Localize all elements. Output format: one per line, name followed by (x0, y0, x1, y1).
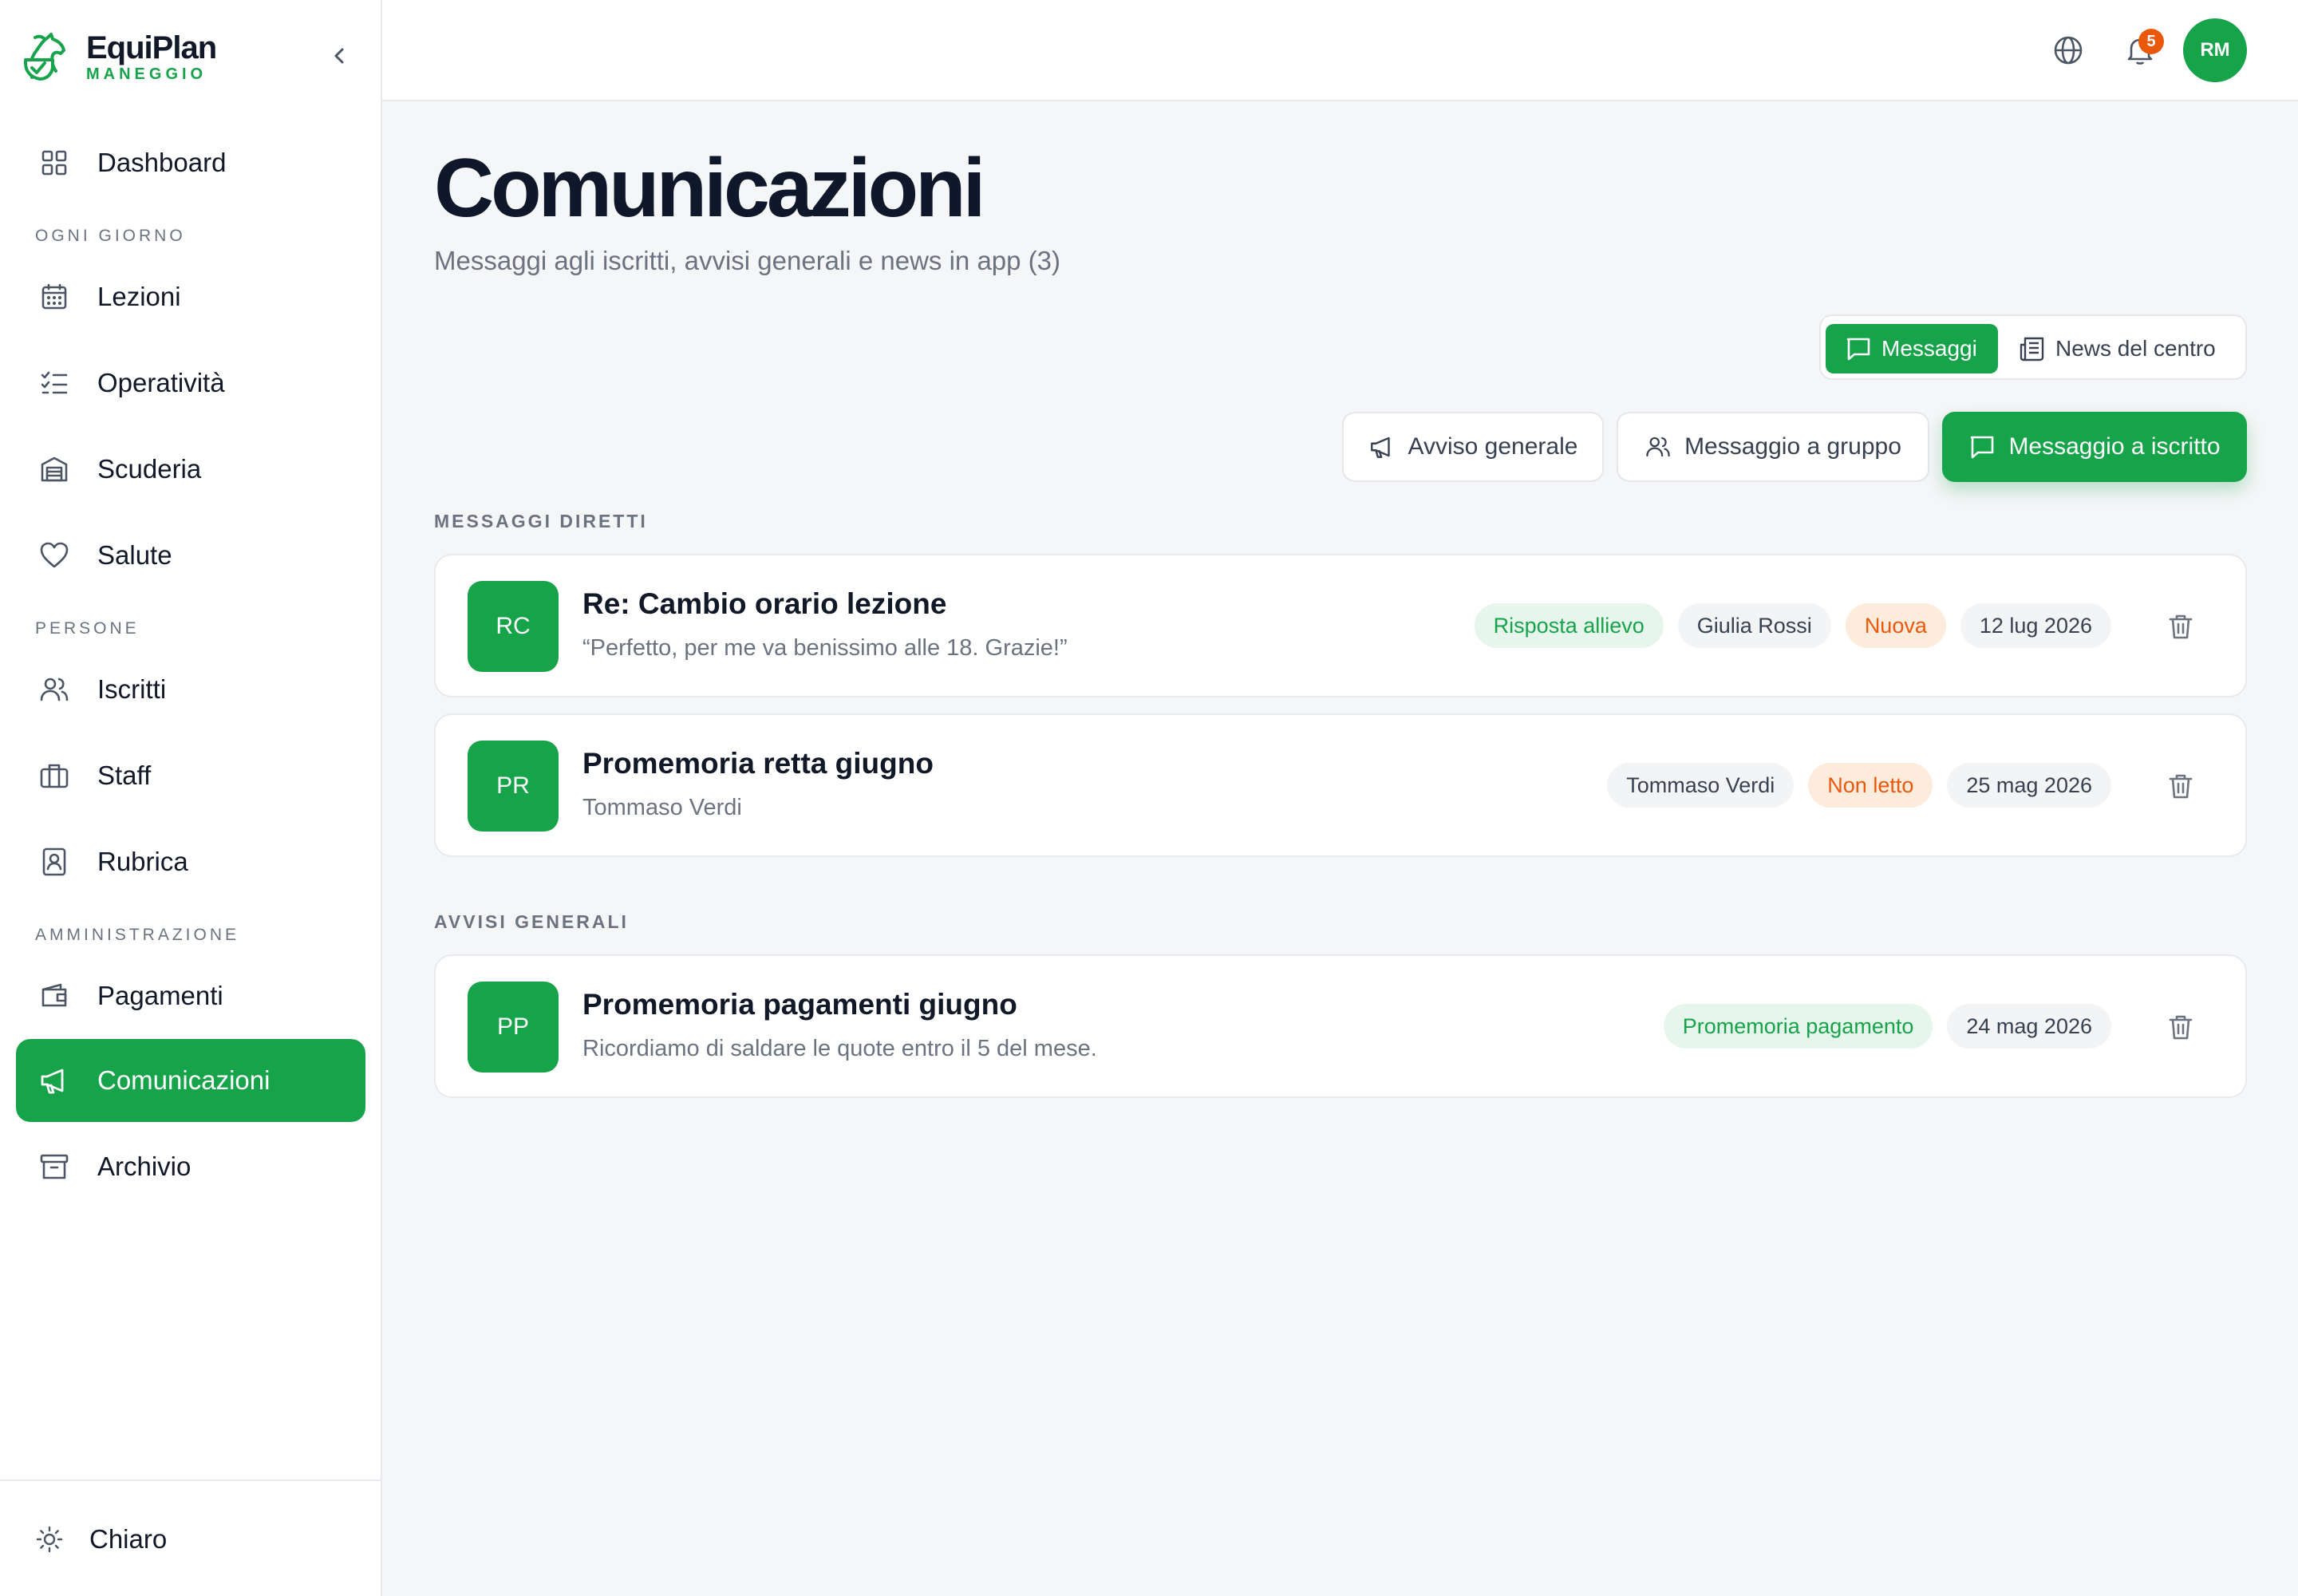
sidebar-item-scuderia[interactable]: Scuderia (16, 428, 365, 511)
sidebar: EquiPlan MANEGGIO Dashboard OGNI GIORNO … (0, 0, 382, 1596)
tab-news[interactable]: News del centro (2009, 324, 2241, 373)
nav-section-daily: OGNI GIORNO (35, 227, 186, 245)
grid-icon (41, 150, 67, 176)
date-badge: 25 mag 2026 (1947, 763, 2111, 808)
calendar-icon (41, 283, 67, 310)
message-preview: Tommaso Verdi (582, 795, 742, 820)
message-card[interactable]: PR Promemoria retta giugno Tommaso Verdi… (434, 713, 2247, 857)
chat-icon (1846, 338, 1870, 361)
horse-logo-icon (24, 33, 65, 81)
tab-label: News del centro (2055, 336, 2216, 361)
date-badge: 12 lug 2026 (1960, 603, 2111, 648)
stable-icon (41, 456, 68, 482)
sidebar-item-rubrica[interactable]: Rubrica (16, 820, 365, 903)
notice-title: Promemoria pagamenti giugno (582, 988, 1017, 1021)
theme-toggle[interactable]: Chiaro (35, 1524, 167, 1555)
sidebar-item-label: Operatività (97, 368, 225, 397)
sidebar-item-label: Pagamenti (97, 981, 223, 1010)
sidebar-item-archivio[interactable]: Archivio (16, 1125, 365, 1208)
sidebar-item-dashboard[interactable]: Dashboard (16, 121, 365, 204)
sidebar-item-label: Scuderia (97, 454, 202, 484)
megaphone-icon (1370, 437, 1390, 458)
notification-badge: 5 (2138, 29, 2164, 54)
group-message-button[interactable]: Messaggio a gruppo (1617, 412, 1929, 482)
message-title: Promemoria retta giugno (582, 747, 934, 780)
avatar[interactable]: RM (2183, 18, 2247, 82)
message-card[interactable]: RC Re: Cambio orario lezione “Perfetto, … (434, 554, 2247, 697)
avatar: RC (468, 581, 559, 672)
brand-subtitle: MANEGGIO (86, 65, 207, 83)
newspaper-icon (2020, 337, 2044, 361)
brand-name: EquiPlan (86, 30, 217, 65)
users-icon (40, 678, 69, 701)
topbar (382, 0, 2298, 101)
message-title: Re: Cambio orario lezione (582, 587, 947, 620)
button-label: Messaggio a gruppo (1684, 433, 1901, 460)
date-badge: 24 mag 2026 (1947, 1004, 2111, 1049)
notice-card[interactable]: PP Promemoria pagamenti giugno Ricordiam… (434, 954, 2247, 1098)
users-icon (1646, 437, 1670, 457)
briefcase-icon (40, 764, 69, 788)
sidebar-item-staff[interactable]: Staff (16, 734, 365, 817)
nav-section-people: PERSONE (35, 619, 140, 638)
tab-label: Messaggi (1881, 336, 1977, 361)
sun-icon (36, 1526, 63, 1553)
nav-section-admin: AMMINISTRAZIONE (35, 926, 240, 944)
recipient-badge: Giulia Rossi (1677, 603, 1831, 648)
status-badge: Risposta allievo (1474, 603, 1664, 648)
avatar: PR (468, 741, 559, 832)
globe-icon[interactable] (2051, 33, 2086, 68)
page-title: Comunicazioni (434, 142, 986, 235)
recipient-badge: Tommaso Verdi (1607, 763, 1795, 808)
sidebar-item-label: Dashboard (97, 148, 227, 177)
message-preview: “Perfetto, per me va benissimo alle 18. … (582, 635, 1068, 661)
sidebar-item-label: Salute (97, 540, 172, 570)
sidebar-item-iscritti[interactable]: Iscritti (16, 648, 365, 731)
checklist-icon (41, 371, 68, 394)
sidebar-item-label: Iscritti (97, 674, 167, 704)
sidebar-item-lezioni[interactable]: Lezioni (16, 255, 365, 338)
trash-icon[interactable] (2166, 611, 2196, 642)
sidebar-item-comunicazioni[interactable]: Comunicazioni (16, 1039, 365, 1122)
general-notice-button[interactable]: Avviso generale (1342, 412, 1604, 482)
trash-icon[interactable] (2166, 1012, 2196, 1042)
member-message-button[interactable]: Messaggio a iscritto (1942, 412, 2247, 482)
theme-toggle-label: Chiaro (89, 1524, 168, 1554)
contact-book-icon (42, 847, 66, 876)
megaphone-icon (41, 1069, 64, 1094)
view-switch: Messaggi News del centro (1819, 314, 2247, 380)
tags: Risposta allievo Giulia Rossi Nuova 12 l… (1474, 603, 2111, 648)
chevron-left-icon[interactable] (327, 43, 353, 69)
section-direct-messages: MESSAGGI DIRETTI (434, 511, 648, 531)
tags: Promemoria pagamento 24 mag 2026 (1663, 1004, 2111, 1049)
page-subtitle: Messaggi agli iscritti, avvisi generali … (434, 246, 1061, 275)
notice-preview: Ricordiamo di saldare le quote entro il … (582, 1036, 1097, 1061)
sidebar-item-operativita[interactable]: Operatività (16, 342, 365, 425)
sidebar-item-pagamenti[interactable]: Pagamenti (16, 954, 365, 1037)
tab-messaggi[interactable]: Messaggi (1826, 324, 1998, 373)
archive-icon (40, 1154, 69, 1179)
sidebar-item-salute[interactable]: Salute (16, 514, 365, 597)
sidebar-item-label: Archivio (97, 1152, 192, 1181)
sidebar-item-label: Staff (97, 760, 152, 790)
sidebar-item-label: Comunicazioni (97, 1065, 270, 1095)
sidebar-item-label: Lezioni (97, 282, 181, 311)
sidebar-item-label: Rubrica (97, 847, 188, 876)
status-badge: Nuova (1845, 603, 1946, 648)
category-badge: Promemoria pagamento (1663, 1004, 1933, 1049)
section-general-notices: AVVISI GENERALI (434, 911, 629, 932)
tags: Tommaso Verdi Non letto 25 mag 2026 (1607, 763, 2111, 808)
sidebar-footer: Chiaro (0, 1479, 382, 1596)
heart-icon (40, 542, 69, 568)
avatar: PP (468, 982, 559, 1073)
wallet-icon (41, 983, 67, 1007)
brand[interactable]: EquiPlan MANEGGIO (21, 30, 217, 83)
chat-icon (1971, 436, 1994, 459)
trash-icon[interactable] (2166, 771, 2196, 801)
button-label: Messaggio a iscritto (2008, 433, 2221, 460)
status-badge: Non letto (1808, 763, 1933, 808)
button-label: Avviso generale (1408, 433, 1578, 460)
